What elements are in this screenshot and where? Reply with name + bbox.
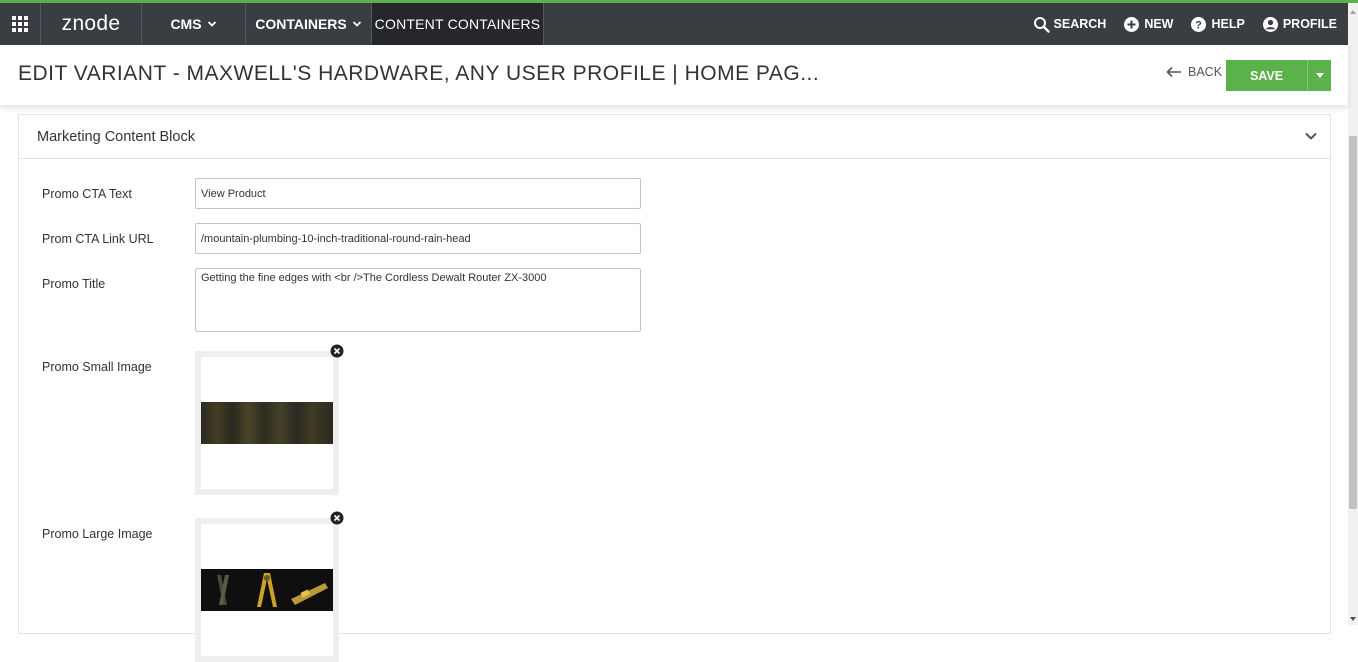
scrollbar-thumb[interactable] xyxy=(1349,136,1357,509)
new-button[interactable]: NEW xyxy=(1123,16,1173,33)
logo-text: znode xyxy=(61,12,121,35)
promo-title-textarea[interactable]: Getting the fine edges with <br />The Co… xyxy=(195,268,641,332)
user-circle-icon xyxy=(1262,16,1278,32)
close-circle-icon[interactable] xyxy=(330,511,344,525)
scroll-down-arrow-icon[interactable] xyxy=(1350,617,1356,621)
promo-cta-text-label: Promo CTA Text xyxy=(42,187,132,201)
promo-large-image-preview[interactable] xyxy=(195,518,339,662)
tools-illustration xyxy=(217,573,328,607)
nav-content-containers[interactable]: CONTENT CONTAINERS xyxy=(372,3,544,45)
page-title: EDIT VARIANT - MAXWELL'S HARDWARE, ANY U… xyxy=(18,62,820,85)
search-button[interactable]: SEARCH xyxy=(1033,16,1107,33)
top-actions: SEARCH NEW ? HELP PROFILE xyxy=(1033,3,1348,45)
nav-cms[interactable]: CMS xyxy=(142,3,246,45)
back-label: BACK xyxy=(1188,65,1223,79)
small-image-thumbnail xyxy=(201,402,333,444)
svg-text:?: ? xyxy=(1196,19,1203,31)
chevron-down-icon xyxy=(207,21,216,27)
arrow-left-icon xyxy=(1166,66,1181,78)
panel-title: Marketing Content Block xyxy=(37,128,195,145)
apps-grid-icon xyxy=(12,16,28,32)
help-button[interactable]: ? HELP xyxy=(1190,16,1245,33)
nav-containers[interactable]: CONTAINERS xyxy=(246,3,372,45)
caret-down-icon xyxy=(1315,73,1324,78)
promo-large-image-label: Promo Large Image xyxy=(42,527,153,541)
new-label: NEW xyxy=(1144,17,1174,31)
promo-title-label: Promo Title xyxy=(42,277,106,291)
nav-content-containers-label: CONTENT CONTAINERS xyxy=(374,16,541,32)
panel-header[interactable]: Marketing Content Block xyxy=(19,115,1330,159)
top-navigation-bar: znode CMS CONTAINERS CONTENT CONTAINERS … xyxy=(0,3,1348,45)
save-button[interactable]: SAVE xyxy=(1226,60,1307,91)
page-scrollbar[interactable] xyxy=(1348,3,1358,625)
back-button[interactable]: BACK xyxy=(1166,65,1222,79)
save-button-group: SAVE xyxy=(1226,60,1331,91)
large-image-thumbnail xyxy=(201,569,333,611)
search-icon xyxy=(1033,16,1050,33)
page-header: EDIT VARIANT - MAXWELL'S HARDWARE, ANY U… xyxy=(0,45,1348,105)
znode-logo[interactable]: znode xyxy=(41,3,142,45)
help-circle-icon: ? xyxy=(1191,16,1207,32)
profile-label: PROFILE xyxy=(1282,17,1337,31)
plus-circle-icon xyxy=(1124,16,1140,32)
promo-small-image-preview[interactable] xyxy=(195,351,339,495)
nav-containers-label: CONTAINERS xyxy=(255,16,347,32)
scroll-up-arrow-icon[interactable] xyxy=(1350,10,1356,14)
help-label: HELP xyxy=(1211,17,1245,31)
save-options-dropdown[interactable] xyxy=(1307,60,1331,91)
promo-small-image-label: Promo Small Image xyxy=(42,360,152,374)
apps-menu-button[interactable] xyxy=(0,3,41,45)
promo-cta-link-url-label: Prom CTA Link URL xyxy=(42,232,154,246)
chevron-down-icon xyxy=(352,21,361,27)
promo-cta-text-input[interactable] xyxy=(195,178,641,209)
nav-cms-label: CMS xyxy=(170,16,202,32)
marketing-content-block-panel: Marketing Content Block Promo CTA Text P… xyxy=(18,114,1331,662)
promo-cta-link-url-input[interactable] xyxy=(195,223,641,254)
search-label: SEARCH xyxy=(1053,17,1107,31)
close-circle-icon[interactable] xyxy=(330,344,344,358)
profile-button[interactable]: PROFILE xyxy=(1262,16,1337,33)
chevron-down-icon[interactable] xyxy=(1304,129,1318,143)
